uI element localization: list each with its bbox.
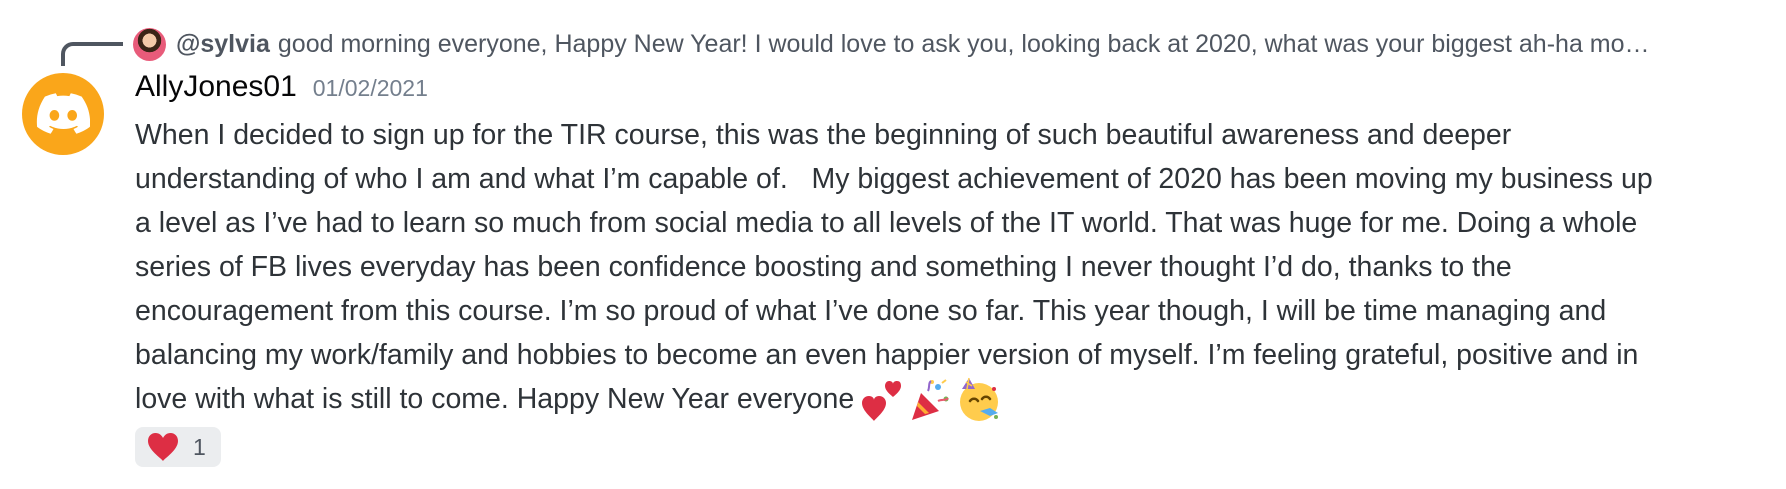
message-header: AllyJones01 01/02/2021	[135, 70, 428, 114]
message-line: encouragement from this course. I’m so p…	[135, 295, 1607, 327]
reply-text[interactable]: good morning everyone, Happy New Year! I…	[278, 30, 1668, 59]
reaction-heart[interactable]: 1	[135, 427, 221, 467]
message-line: understanding of who I am and what I’m c…	[135, 163, 1653, 195]
emoji-group	[860, 377, 1004, 423]
message-line: series of FB lives everyday has been con…	[135, 251, 1512, 283]
message-line: When I decided to sign up for the TIR co…	[135, 119, 1512, 151]
reply-author[interactable]: @sylvia	[176, 30, 270, 59]
username[interactable]: AllyJones01	[135, 70, 297, 104]
chat-message: @sylvia good morning everyone, Happy New…	[0, 0, 1786, 489]
party-popper-icon	[912, 379, 950, 421]
partying-face-icon	[960, 378, 999, 422]
reply-preview[interactable]: @sylvia good morning everyone, Happy New…	[133, 22, 1668, 66]
message-line-last: love with what is still to come. Happy N…	[135, 377, 1755, 423]
message-line: balancing my work/family and hobbies to …	[135, 339, 1639, 371]
reply-connector	[61, 42, 123, 66]
reply-avatar[interactable]	[133, 27, 166, 61]
message-line-text: love with what is still to come. Happy N…	[135, 383, 855, 415]
two-hearts-icon	[862, 381, 902, 422]
message-line: a level as I’ve had to learn so much fro…	[135, 207, 1638, 239]
message-content: When I decided to sign up for the TIR co…	[135, 113, 1755, 423]
reaction-count: 1	[193, 433, 206, 460]
heart-icon	[148, 433, 178, 461]
discord-logo-icon	[36, 93, 90, 134]
avatar[interactable]	[22, 73, 104, 155]
timestamp: 01/02/2021	[312, 75, 428, 101]
